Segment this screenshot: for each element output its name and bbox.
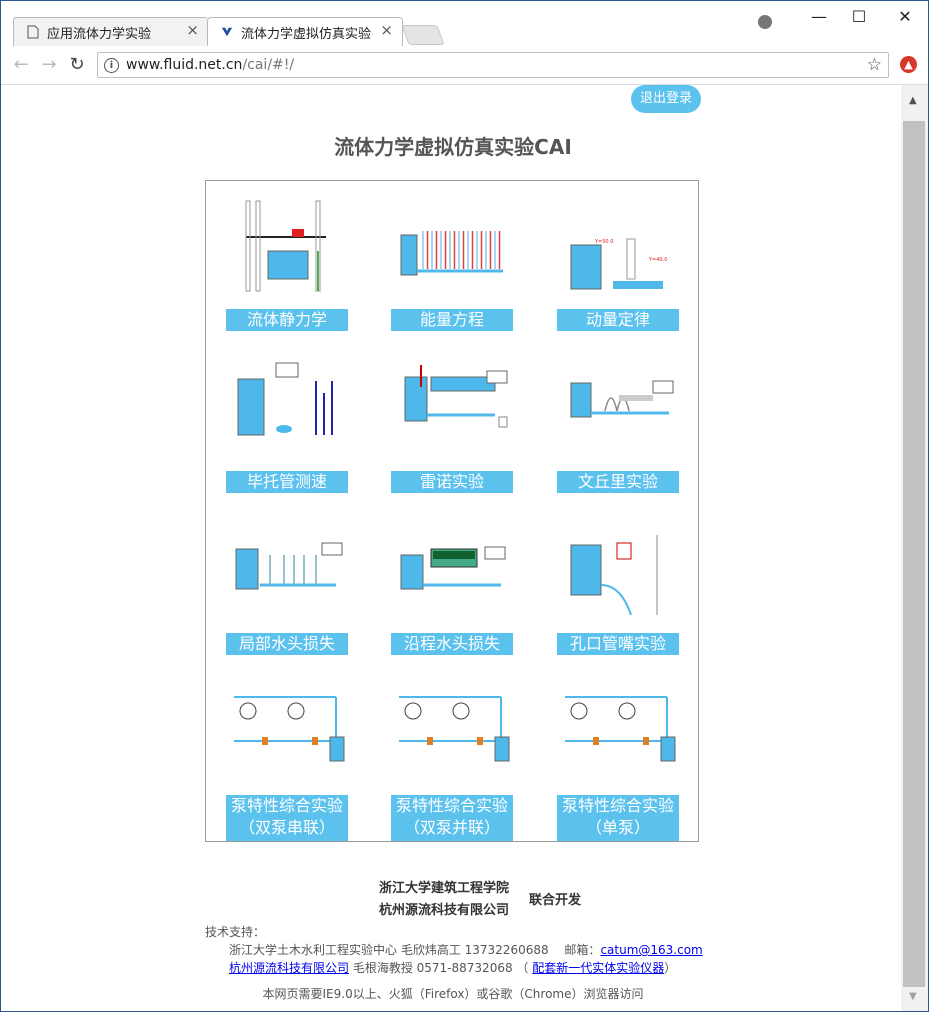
experiment-label[interactable]: 文丘里实验	[557, 471, 679, 493]
tab-fluid-cai[interactable]: 流体力学虚拟仿真实验CAI ×	[207, 17, 403, 46]
pump-series-icon[interactable]	[226, 677, 348, 785]
pump-single-icon[interactable]	[557, 677, 679, 785]
url-text: www.fluid.net.cn/cai/#!/	[126, 57, 294, 73]
experiment-subtitle: （双泵并联）	[403, 818, 500, 837]
support-close-paren: ）	[664, 961, 677, 975]
page-title: 流体力学虚拟仿真实验CAI	[334, 135, 572, 159]
hydrostatics-icon[interactable]	[226, 191, 348, 299]
experiment-title: 能量方程	[419, 310, 484, 329]
experiment-label[interactable]: 沿程水头损失	[391, 633, 513, 655]
experiment-label[interactable]: 孔口管嘴实验	[557, 633, 679, 655]
email-link[interactable]: catum@163.com	[600, 943, 702, 957]
experiment-subtitle: （单泵）	[585, 818, 650, 837]
tab-label: 应用流体力学实验	[47, 27, 152, 42]
minimize-button[interactable]: —	[804, 5, 834, 29]
instruments-link[interactable]: 配套新一代实体实验仪器	[532, 961, 664, 975]
reload-icon[interactable]: ↻	[67, 54, 87, 75]
logout-button[interactable]: 退出登录	[631, 85, 701, 113]
close-tab-icon[interactable]: ×	[186, 21, 199, 39]
experiment-title: 动量定律	[585, 310, 650, 329]
close-window-button[interactable]: ✕	[890, 5, 920, 29]
experiment-label[interactable]: 毕托管测速	[226, 471, 348, 493]
extension-icon[interactable]: ▲	[900, 56, 917, 73]
maximize-button[interactable]: ☐	[844, 5, 874, 29]
experiment-title: 孔口管嘴实验	[569, 634, 666, 653]
scroll-up-icon[interactable]: ▲	[909, 95, 917, 106]
address-bar[interactable]: i www.fluid.net.cn/cai/#!/ ☆	[97, 52, 889, 78]
experiment-title: 雷诺实验	[419, 472, 484, 491]
browser-window: 应用流体力学实验 × 流体力学虚拟仿真实验CAI × — ☐ ✕ ← → ↻ i…	[0, 0, 929, 1012]
page-viewport: 退出登录 流体力学虚拟仿真实验CAI 流体静力学 能量方程 Y=50.0 Y=40.…	[1, 85, 901, 1011]
page-icon	[27, 25, 39, 39]
experiment-label[interactable]: 能量方程	[391, 309, 513, 331]
experiment-label[interactable]: 局部水头损失	[226, 633, 348, 655]
energy-equation-icon[interactable]	[391, 191, 513, 299]
experiment-label[interactable]: 泵特性综合实验 （双泵并联）	[391, 795, 513, 841]
experiment-title: 泵特性综合实验	[230, 796, 343, 815]
toolbar: ← → ↻ i www.fluid.net.cn/cai/#!/ ☆ ▲	[1, 46, 928, 85]
experiment-grid: 流体静力学 能量方程 Y=50.0 Y=40.0 动量定律 毕托管测速 雷诺实验 文丘…	[205, 180, 699, 842]
experiment-title: 流体静力学	[246, 310, 327, 329]
org-yuanliu: 杭州源流科技有限公司	[379, 903, 510, 918]
support-label: 技术支持：	[205, 925, 266, 939]
tab-strip: 应用流体力学实验 × 流体力学虚拟仿真实验CAI × — ☐ ✕	[1, 1, 928, 46]
experiment-title: 泵特性综合实验	[561, 796, 674, 815]
tab-applied-fluid[interactable]: 应用流体力学实验 ×	[13, 17, 209, 46]
experiment-title: 沿程水头损失	[403, 634, 500, 653]
local-head-loss-icon[interactable]	[226, 515, 348, 623]
experiment-title: 文丘里实验	[577, 472, 658, 491]
back-icon[interactable]: ←	[11, 54, 31, 75]
reynolds-icon[interactable]	[391, 353, 513, 461]
experiment-label[interactable]: 雷诺实验	[391, 471, 513, 493]
site-logo-icon	[221, 27, 233, 37]
experiment-label[interactable]: 流体静力学	[226, 309, 348, 331]
svg-text:Y=50.0: Y=50.0	[594, 239, 613, 245]
experiment-title: 毕托管测速	[246, 472, 327, 491]
support-contact-2: 毛根海教授 0571-88732068 （	[349, 961, 533, 975]
friction-head-loss-icon[interactable]	[391, 515, 513, 623]
joint-dev-label: 联合开发	[529, 893, 582, 908]
scroll-down-icon[interactable]: ▼	[909, 991, 917, 1002]
pump-parallel-icon[interactable]	[391, 677, 513, 785]
scroll-thumb[interactable]	[903, 121, 925, 987]
url-path: /cai/#!/	[242, 57, 295, 73]
forward-icon[interactable]: →	[39, 54, 59, 75]
tab-label: 流体力学虚拟仿真实验CAI	[241, 27, 371, 42]
account-icon[interactable]	[758, 15, 772, 29]
momentum-law-icon[interactable]: Y=50.0 Y=40.0	[557, 191, 679, 299]
new-tab-button[interactable]	[401, 25, 445, 45]
info-icon[interactable]: i	[104, 58, 119, 73]
venturi-icon[interactable]	[557, 353, 679, 461]
pitot-tube-icon[interactable]	[226, 353, 348, 461]
experiment-title: 局部水头损失	[238, 634, 335, 653]
experiment-title: 泵特性综合实验	[395, 796, 508, 815]
support-line-2: 杭州源流科技有限公司 毛根海教授 0571-88732068 （ 配套新一代实体…	[229, 959, 676, 976]
svg-text:Y=40.0: Y=40.0	[648, 257, 667, 263]
bookmark-star-icon[interactable]: ☆	[867, 55, 882, 75]
close-tab-icon[interactable]: ×	[380, 21, 393, 39]
url-host: www.fluid.net.cn	[126, 57, 243, 73]
support-line-1: 浙江大学土木水利工程实验中心 毛欣炜高工 13732260688 邮箱：catu…	[229, 941, 703, 958]
support-contact: 浙江大学土木水利工程实验中心 毛欣炜高工 13732260688 邮箱：	[229, 943, 601, 957]
scrollbar[interactable]: ▲ ▼	[901, 85, 928, 1011]
orifice-nozzle-icon[interactable]	[557, 515, 679, 623]
experiment-label[interactable]: 泵特性综合实验 （单泵）	[557, 795, 679, 841]
org-zju: 浙江大学建筑工程学院	[379, 881, 510, 896]
experiment-subtitle: （双泵串联）	[238, 818, 335, 837]
experiment-label[interactable]: 动量定律	[557, 309, 679, 331]
developer-orgs: 浙江大学建筑工程学院 杭州源流科技有限公司	[379, 878, 509, 922]
experiment-label[interactable]: 泵特性综合实验 （双泵串联）	[226, 795, 348, 841]
company-link[interactable]: 杭州源流科技有限公司	[229, 961, 349, 975]
browser-requirement-note: 本网页需要IE9.0以上、火狐（Firefox）或谷歌（Chrome）浏览器访问	[262, 987, 644, 1001]
